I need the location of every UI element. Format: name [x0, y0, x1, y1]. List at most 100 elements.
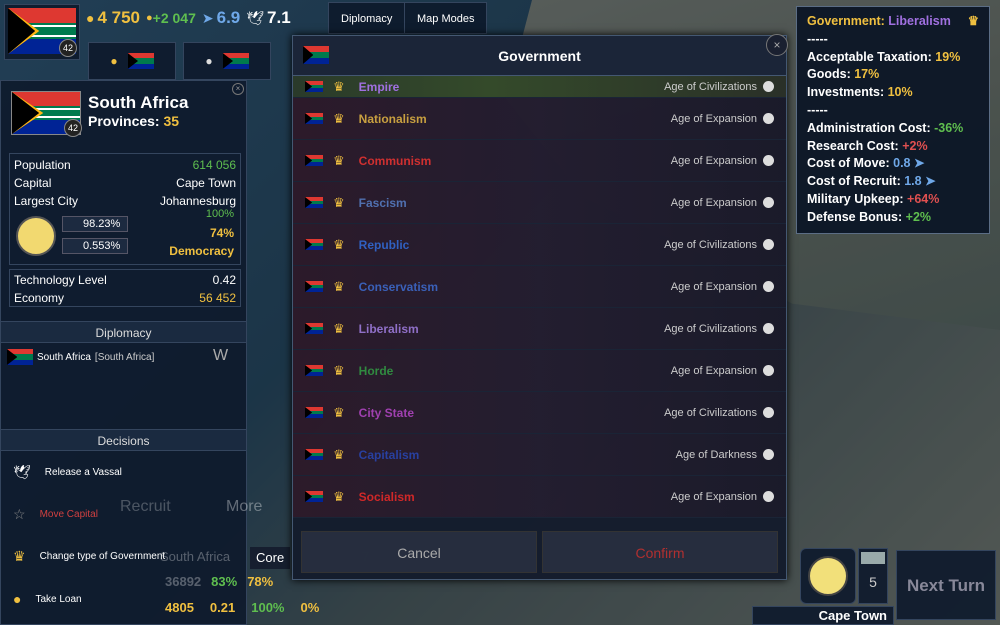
cancel-button[interactable]: Cancel	[301, 531, 537, 573]
government-age: Age of Darkness	[676, 449, 774, 461]
tab-diplomacy[interactable]: Diplomacy	[328, 2, 406, 34]
confirm-button[interactable]: Confirm	[542, 531, 778, 573]
government-name: Horde	[358, 363, 394, 378]
government-tooltip: Government: Liberalism ♛ ----- Acceptable…	[796, 6, 990, 234]
flag-icon	[305, 407, 323, 418]
government-name: Empire	[358, 79, 400, 94]
bg-stats-row: 36892 83% 78%	[165, 574, 274, 589]
decision-change-government[interactable]: ♛ Change type of Government	[13, 548, 165, 565]
movement-icon: ➤	[201, 9, 214, 26]
flag-icon	[305, 491, 323, 502]
government-dialog: Government × ♛ Empire Age of Civilizations…	[292, 34, 788, 580]
government-option-liberalism[interactable]: ♛ Liberalism Age of Civilizations	[293, 308, 786, 350]
diplomacy-header: Diplomacy	[1, 321, 246, 343]
flag-icon	[305, 197, 323, 208]
government-name: Capitalism	[358, 447, 420, 462]
decision-release-vassal[interactable]: 🕊 Release a Vassal	[13, 464, 122, 481]
government-name: Republic	[358, 237, 410, 252]
capital-city-label[interactable]: Cape Town	[752, 606, 894, 625]
ideas-flag-button[interactable]: ●	[183, 42, 271, 80]
crown-icon: ♛	[333, 404, 345, 420]
government-option-city-state[interactable]: ♛ City State Age of Civilizations	[293, 392, 786, 434]
crown-icon: ♛	[333, 236, 345, 252]
army-icon	[861, 552, 885, 564]
flag-icon	[305, 239, 323, 250]
gold-icon: ●	[110, 54, 118, 68]
sun-icon	[808, 556, 848, 596]
government-age: Age of Expansion	[671, 281, 774, 293]
government-age: Age of Expansion	[671, 491, 774, 503]
flag-icon	[305, 81, 323, 92]
government-option-empire[interactable]: ♛ Empire Age of Civilizations	[293, 76, 786, 98]
government-name: City State	[358, 405, 415, 420]
economy-flag-button[interactable]: ●	[88, 42, 176, 80]
share-1: 98.23%	[62, 216, 128, 232]
government-option-communism[interactable]: ♛ Communism Age of Expansion	[293, 140, 786, 182]
bg-recruit: Recruit	[120, 498, 171, 515]
wonder-icon[interactable]: W	[213, 347, 228, 365]
gold-icon: ●	[86, 10, 95, 26]
provinces-label: Provinces:	[88, 113, 160, 129]
government-age: Age of Civilizations	[664, 239, 774, 251]
crown-icon: ♛	[333, 194, 345, 210]
diplomacy-points-value: 7.1	[267, 8, 291, 27]
government-value[interactable]: Democracy	[169, 244, 234, 258]
clock-icon	[763, 239, 774, 250]
country-panel: × 42 South Africa Provinces: 35 Populati…	[0, 80, 247, 625]
government-age: Age of Expansion	[671, 113, 774, 125]
government-name: Communism	[358, 153, 432, 168]
crown-icon: ♛	[333, 110, 345, 126]
rank-badge: 42	[59, 39, 77, 57]
bg-country-name: South Africa	[160, 549, 231, 564]
tech-box: Technology Level 0.42 Economy 56 452	[9, 269, 241, 307]
crown-icon: ♛	[967, 14, 979, 28]
close-icon[interactable]: ×	[232, 83, 244, 95]
capital-label: Capital	[14, 176, 52, 190]
tech-label: Technology Level	[14, 273, 107, 287]
government-age: Age of Civilizations	[664, 323, 774, 335]
government-option-fascism[interactable]: ♛ Fascism Age of Expansion	[293, 182, 786, 224]
crown-icon: ♛	[333, 152, 345, 168]
diplomacy-entry[interactable]: South Africa [South Africa]	[7, 349, 154, 365]
dialog-title: Government	[498, 47, 581, 64]
flag-icon	[305, 365, 323, 376]
flag-icon	[222, 53, 249, 69]
flag-icon	[305, 113, 323, 124]
flag-icon	[127, 53, 154, 69]
gold-income-icon: ●	[146, 12, 153, 24]
provinces-value: 35	[163, 113, 180, 129]
decisions-header: Decisions	[1, 429, 246, 451]
government-name: Conservatism	[358, 279, 439, 294]
flag-icon	[305, 281, 323, 292]
star-icon: ☆	[13, 506, 26, 522]
dialog-close-button[interactable]: ×	[766, 34, 788, 56]
stats-box: Population 614 056 Capital Cape Town Large…	[9, 153, 241, 265]
country-rank-badge: 42	[64, 119, 82, 137]
clock-icon	[763, 81, 774, 92]
government-option-socialism[interactable]: ♛ Socialism Age of Expansion	[293, 476, 786, 518]
clock-icon	[763, 281, 774, 292]
decision-move-capital[interactable]: ☆ Move Capital	[13, 506, 98, 523]
crown-icon: ♛	[333, 446, 345, 462]
government-option-horde[interactable]: ♛ Horde Age of Expansion	[293, 350, 786, 392]
tab-map-modes[interactable]: Map Modes	[404, 2, 488, 34]
resource-bar: ● 4 750 ● +2 047 ➤ 6.9 🕊 7.1	[86, 0, 297, 36]
government-option-republic[interactable]: ♛ Republic Age of Civilizations	[293, 224, 786, 266]
crown-icon: ♛	[333, 78, 345, 94]
turn-indicator	[800, 548, 856, 604]
dove-icon: 🕊	[13, 464, 31, 480]
crown-icon: ♛	[333, 278, 345, 294]
next-turn-button[interactable]: Next Turn	[896, 550, 996, 620]
government-option-conservatism[interactable]: ♛ Conservatism Age of Expansion	[293, 266, 786, 308]
government-list: ♛ Empire Age of Civilizations ♛ Nationalism A…	[293, 76, 786, 526]
flag-icon	[305, 155, 323, 166]
capital-value[interactable]: Cape Town	[176, 174, 236, 192]
decision-take-loan[interactable]: ● Take Loan	[13, 591, 82, 607]
player-flag-button[interactable]: 42	[4, 4, 80, 60]
speed-indicator[interactable]: 5	[858, 548, 888, 604]
government-option-nationalism[interactable]: ♛ Nationalism Age of Expansion	[293, 98, 786, 140]
government-option-capitalism[interactable]: ♛ Capitalism Age of Darkness	[293, 434, 786, 476]
lightbulb-icon: ●	[205, 54, 213, 68]
clock-icon	[763, 323, 774, 334]
clock-icon	[763, 491, 774, 502]
